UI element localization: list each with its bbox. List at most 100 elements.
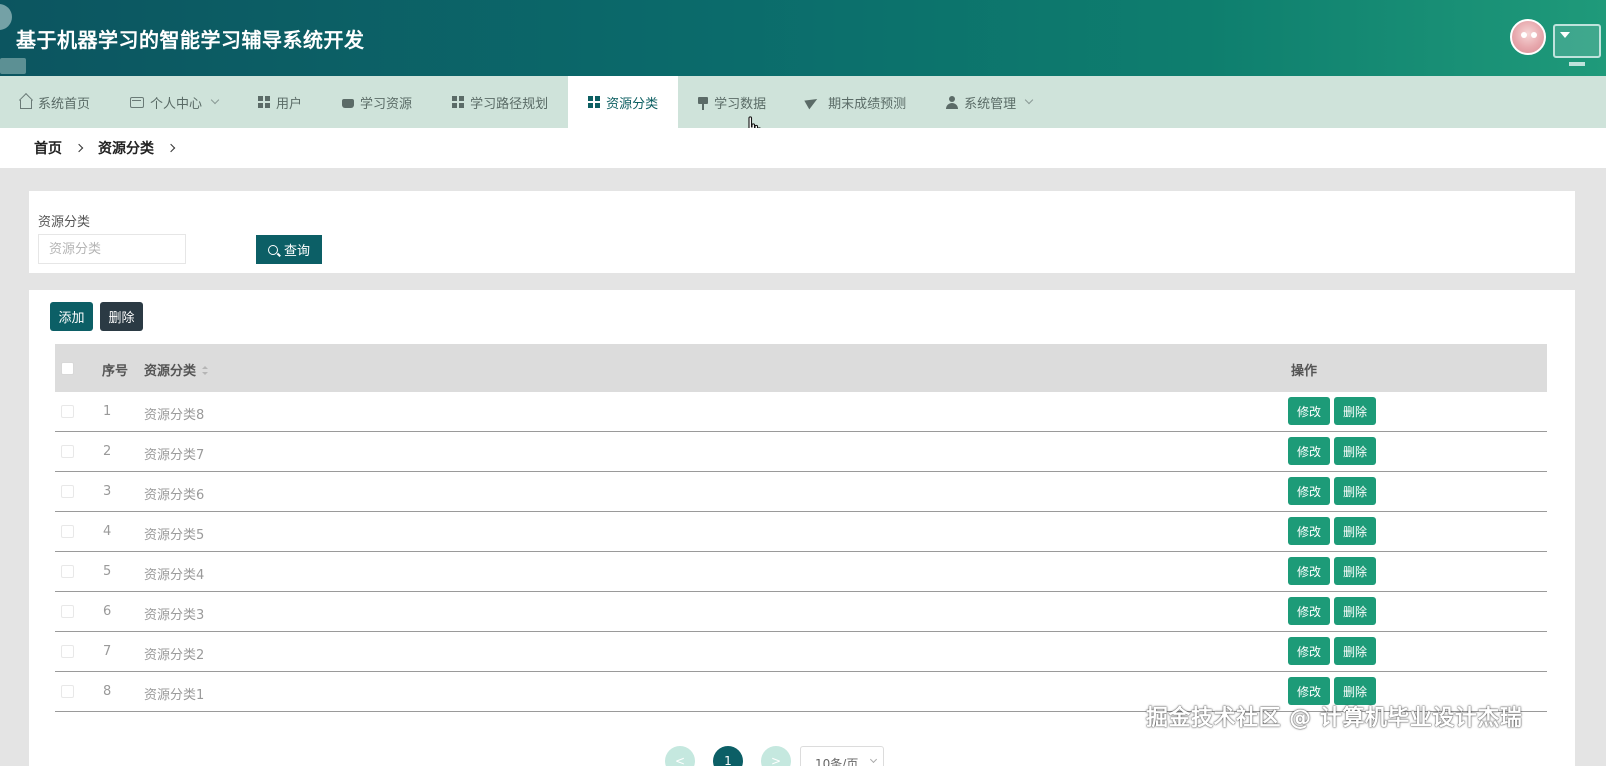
nav-item-learning-data[interactable]: 学习数据 [678,76,786,128]
row-checkbox[interactable] [61,565,74,578]
nav-item-score-prediction[interactable]: 期末成绩预测 [786,76,926,128]
table-panel: 添加 删除 序号 资源分类 操作 1 资源分类8 修改 删除 2 资源分类7 修改 删除 3 资源… [29,290,1575,766]
nav-item-label: 用户 [276,96,303,112]
delete-button[interactable]: 删除 [1334,477,1376,505]
delete-button[interactable]: 删除 [1334,597,1376,625]
table-row: 3 资源分类6 修改 删除 [55,472,1547,512]
search-icon [267,244,278,255]
row-category: 资源分类1 [144,688,205,703]
id-card-icon [130,96,145,108]
page-size-select[interactable]: 10条/页 [800,746,884,766]
query-button[interactable]: 查询 [256,235,322,264]
add-button[interactable]: 添加 [50,302,93,331]
nav-item-learning-resources[interactable]: 学习资源 [322,76,432,128]
breadcrumb-home[interactable]: 首页 [34,138,62,158]
table-row: 4 资源分类5 修改 删除 [55,512,1547,552]
header-seq: 序号 [102,364,129,379]
decor-shape [0,4,12,30]
row-seq: 2 [103,444,112,459]
nav-item-label: 学习路径规划 [470,96,549,112]
row-seq: 1 [103,404,112,419]
header-category-label: 资源分类 [144,364,197,379]
table-body: 1 资源分类8 修改 删除 2 资源分类7 修改 删除 3 资源分类6 修改 删除 4 资源分类5 修改 删除… [55,392,1547,712]
row-category: 资源分类6 [144,488,205,503]
send-icon [804,94,820,110]
chevron-down-icon [869,755,878,764]
row-seq: 5 [103,564,112,579]
row-checkbox[interactable] [61,685,74,698]
top-nav: 系统首页 个人中心 用户 学习资源 学习路径规划 资源分类 学习数据 期末成绩预… [0,76,1606,128]
edit-button[interactable]: 修改 [1288,477,1330,505]
row-seq: 6 [103,604,112,619]
row-checkbox[interactable] [61,485,74,498]
query-button-label: 查询 [283,243,310,258]
header-actions: 操作 [1291,364,1318,379]
sort-icon[interactable] [202,366,209,376]
table-row: 5 资源分类4 修改 删除 [55,552,1547,592]
nav-item-label: 系统首页 [38,96,91,112]
nav-item-label: 学习数据 [714,96,767,112]
user-icon [946,96,959,109]
app-header: 基于机器学习的智能学习辅导系统开发 [0,0,1606,76]
home-icon [20,99,32,109]
select-all-checkbox[interactable] [61,362,74,375]
search-input[interactable] [38,234,186,264]
nav-item-learning-path[interactable]: 学习路径规划 [432,76,568,128]
delete-button[interactable]: 删除 [1334,437,1376,465]
chevron-right-icon [74,143,84,153]
table-row: 6 资源分类3 修改 删除 [55,592,1547,632]
row-checkbox[interactable] [61,605,74,618]
nav-item-personal-center[interactable]: 个人中心 [110,76,238,128]
tray-icon [342,98,355,108]
monitor-icon[interactable] [1553,24,1601,66]
delete-button[interactable]: 删除 [1334,637,1376,665]
search-panel: 资源分类 查询 [29,191,1575,273]
row-checkbox[interactable] [61,445,74,458]
table-header: 序号 资源分类 操作 [55,344,1547,392]
row-seq: 7 [103,644,112,659]
row-category: 资源分类3 [144,608,205,623]
row-checkbox[interactable] [61,645,74,658]
header-category[interactable]: 资源分类 [144,360,209,379]
row-checkbox[interactable] [61,405,74,418]
edit-button[interactable]: 修改 [1288,637,1330,665]
row-category: 资源分类7 [144,448,205,463]
pin-icon [698,97,709,110]
grid-icon [258,96,271,108]
nav-item-home[interactable]: 系统首页 [0,76,110,128]
row-category: 资源分类4 [144,568,205,583]
edit-button[interactable]: 修改 [1288,397,1330,425]
edit-button[interactable]: 修改 [1288,557,1330,585]
row-category: 资源分类2 [144,648,205,663]
delete-button[interactable]: 删除 [1334,517,1376,545]
breadcrumb-current: 资源分类 [98,141,154,157]
chevron-down-icon [210,95,220,105]
nav-item-system-management[interactable]: 系统管理 [926,76,1052,128]
nav-item-label: 期末成绩预测 [828,96,907,112]
nav-item-resource-category[interactable]: 资源分类 [568,76,679,128]
row-category: 资源分类8 [144,408,205,423]
nav-item-users[interactable]: 用户 [238,76,322,128]
watermark: 掘金技术社区 @ 计算机毕业设计杰瑞 [1146,706,1523,731]
chevron-right-icon [166,143,176,153]
row-seq: 8 [103,684,112,699]
chevron-down-icon [1024,95,1034,105]
breadcrumb: 首页 资源分类 [0,128,1606,168]
edit-button[interactable]: 修改 [1288,597,1330,625]
bulk-delete-button[interactable]: 删除 [100,302,143,331]
delete-button[interactable]: 删除 [1334,557,1376,585]
row-seq: 4 [103,524,112,539]
table-row: 1 资源分类8 修改 删除 [55,392,1547,432]
row-checkbox[interactable] [61,525,74,538]
caret-down-icon[interactable] [1560,32,1570,38]
decor-shape [0,58,26,74]
table-row: 7 资源分类2 修改 删除 [55,632,1547,672]
row-seq: 3 [103,484,112,499]
nav-item-label: 系统管理 [964,96,1017,112]
app-title: 基于机器学习的智能学习辅导系统开发 [16,28,365,52]
avatar[interactable] [1510,19,1546,55]
edit-button[interactable]: 修改 [1288,437,1330,465]
search-label: 资源分类 [38,215,91,230]
edit-button[interactable]: 修改 [1288,517,1330,545]
delete-button[interactable]: 删除 [1334,397,1376,425]
